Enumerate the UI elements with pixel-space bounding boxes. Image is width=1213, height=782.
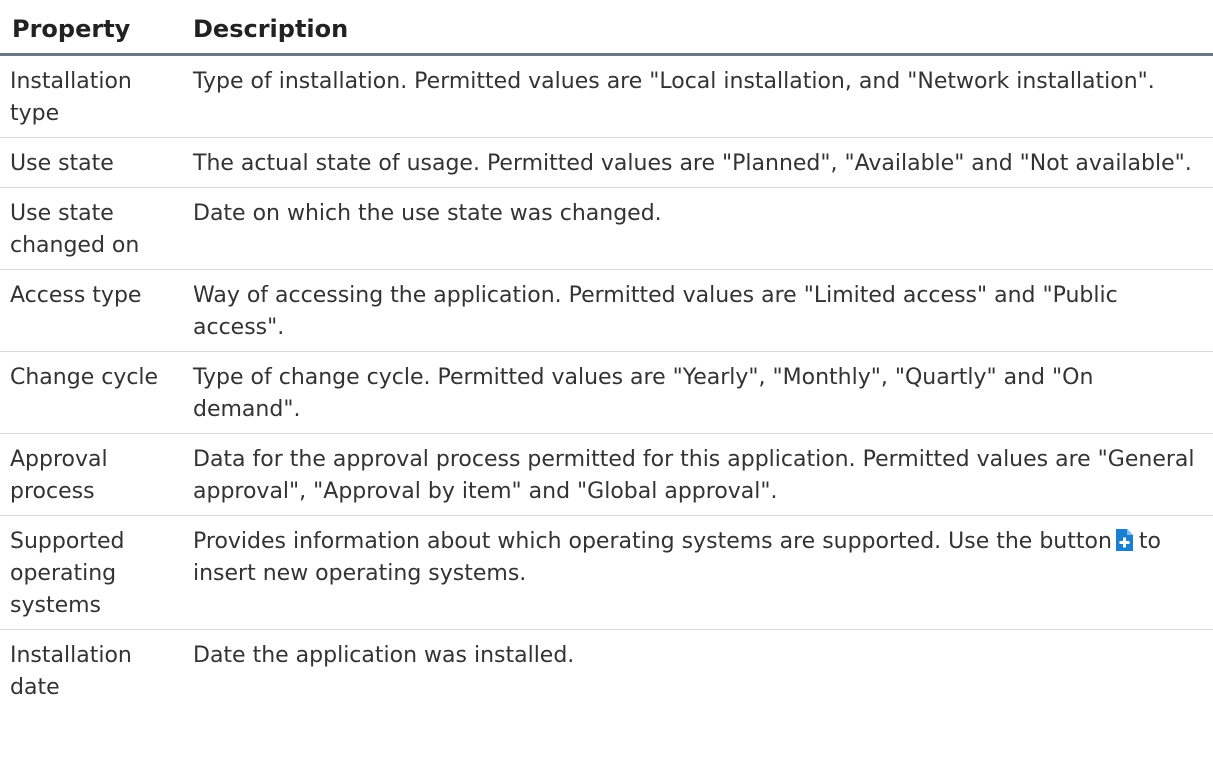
property-cell: Installation type [0,54,183,138]
property-cell: Access type [0,269,183,352]
insert-plus-icon [1115,528,1133,551]
table-row: Change cycle Type of change cycle. Permi… [0,351,1213,434]
table-row: Installation type Type of installation. … [0,54,1213,138]
description-cell: Data for the approval process permitted … [183,433,1213,516]
property-cell: Use state changed on [0,187,183,270]
description-cell: Provides information about which operati… [183,515,1213,630]
header-description: Description [183,0,1213,56]
table-row: Approval process Data for the approval p… [0,433,1213,516]
description-cell: The actual state of usage. Permitted val… [183,137,1213,188]
description-text-before-icon: Provides information about which operati… [193,528,1112,554]
description-cell: Type of installation. Permitted values a… [183,54,1213,138]
table-row: Installation date Date the application w… [0,629,1213,711]
description-cell: Date the application was installed. [193,642,575,668]
description-cell: Type of change cycle. Permitted values a… [183,351,1213,434]
description-cell: Way of accessing the application. Permit… [183,269,1213,352]
table-row: Access type Way of accessing the applica… [0,269,1213,352]
description-cell: Date on which the use state was changed. [183,187,1213,270]
property-cell: Supported operating systems [0,515,183,630]
table-row: Supported operating systems Provides inf… [0,515,1213,630]
properties-table: Property Description Installation type T… [0,0,1213,711]
header-property: Property [0,0,183,56]
property-cell: Installation date [10,642,132,700]
property-cell: Change cycle [0,351,183,434]
property-cell: Approval process [0,433,183,516]
property-cell: Use state [0,137,183,188]
table-header-row: Property Description [0,0,1213,56]
table-row: Use state changed on Date on which the u… [0,187,1213,270]
table-row: Use state The actual state of usage. Per… [0,137,1213,188]
